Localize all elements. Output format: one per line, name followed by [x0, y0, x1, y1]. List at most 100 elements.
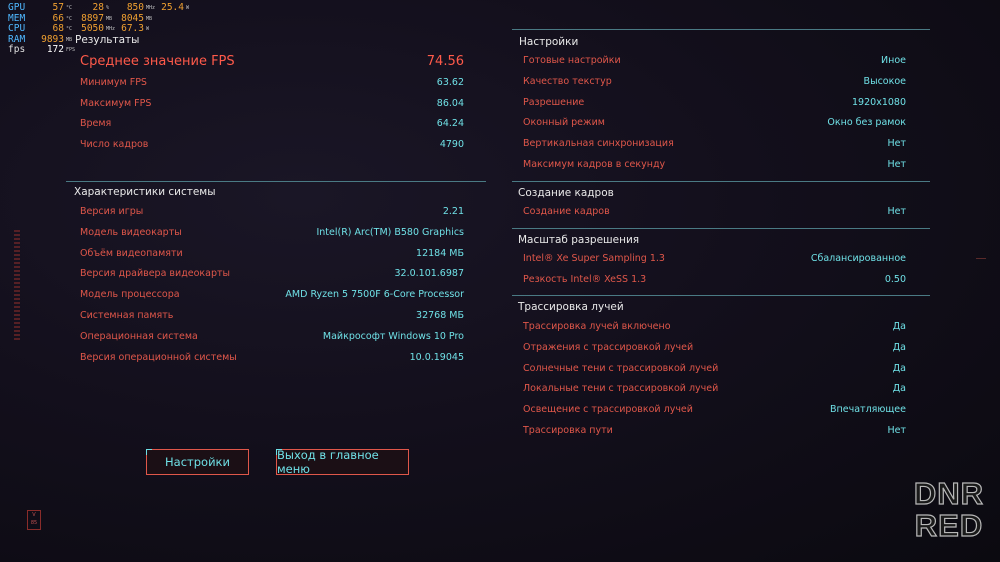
overlay-row: GPU 57 °C 28% 850 MHz 25.4 W: [8, 2, 198, 14]
system-row: Операционная система Майкрософт Windows 1…: [80, 331, 464, 342]
perf-overlay: GPU 57 °C 28% 850 MHz 25.4 W MEM 66 °C 8897 MB 8045 MB…: [8, 2, 198, 56]
scaling-label: Резкость Intel® XeSS 1.3: [523, 273, 647, 285]
settings-row: Оконный режим Окно без рамок: [523, 117, 906, 128]
results-row: Число кадров 4790: [80, 139, 464, 150]
system-value: 32768 МБ: [416, 310, 464, 321]
scaling-row: Резкость Intel® XeSS 1.3 0.50: [523, 274, 906, 285]
settings-row: Готовые настройки Иное: [523, 55, 906, 66]
results-value: 86.04: [436, 97, 464, 109]
overlay-unit: [186, 14, 198, 25]
raytracing-row: Освещение с трассировкой лучей Впечатляющ…: [523, 404, 906, 415]
avg-fps-label: Среднее значение FPS: [80, 54, 235, 69]
results-value: 4790: [439, 139, 464, 151]
main-menu-button[interactable]: Выход в главное меню: [276, 448, 409, 476]
badge-line2: 85: [30, 520, 38, 526]
system-value: 10.0.19045: [409, 351, 464, 363]
raytracing-label: Солнечные тени с трассировкой лучей: [523, 362, 719, 374]
overlay-value: 25.4: [161, 2, 184, 13]
scaling-row: Intel® Xe Super Sampling 1.3 Сбалансирова…: [523, 253, 906, 264]
system-value: AMD Ryzen 5 7500F 6-Core Processor: [285, 289, 464, 301]
settings-value: Окно без рамок: [827, 117, 906, 129]
raytracing-row: Локальные тени с трассировкой лучей Да: [523, 383, 906, 394]
system-label: Модель видеокарты: [80, 226, 182, 238]
watermark-line2: RED: [914, 508, 984, 543]
overlay-row: CPU 68 °C 5050 MHz 67.3 W: [8, 23, 198, 35]
settings-label: Максимум кадров в секунду: [523, 159, 666, 170]
watermark-logo: DNR RED: [908, 477, 990, 544]
raytracing-label: Трассировка лучей включено: [523, 321, 671, 332]
overlay-value: [158, 14, 184, 25]
frame-gen-title: Создание кадров: [518, 187, 614, 199]
system-title: Характеристики системы: [74, 186, 216, 198]
divider: [512, 181, 930, 182]
corner-accent: [276, 449, 282, 455]
version-badge: V 85: [27, 510, 41, 530]
system-row: Версия операционной системы 10.0.19045: [80, 352, 464, 363]
system-label: Версия операционной системы: [80, 351, 237, 363]
overlay-value: 5050: [81, 23, 104, 34]
scaling-title: Масштаб разрешения: [518, 234, 640, 246]
settings-label: Разрешение: [523, 96, 585, 108]
overlay-unit: °C: [66, 15, 73, 22]
settings-title: Настройки: [519, 36, 579, 48]
raytracing-value: Нет: [887, 425, 906, 436]
overlay-unit: W: [186, 5, 190, 11]
settings-label: Оконный режим: [523, 117, 605, 129]
badge-line1: V: [32, 512, 36, 518]
system-label: Версия игры: [80, 206, 144, 217]
overlay-unit: MB: [146, 15, 153, 22]
system-value: Intel(R) Arc(TM) B580 Graphics: [316, 226, 464, 238]
divider: [512, 29, 930, 30]
results-row: Время 64.24: [80, 118, 464, 129]
overlay-unit: °C: [66, 5, 73, 11]
system-row: Модель процессора AMD Ryzen 5 7500F 6-Cor…: [80, 289, 464, 300]
overlay-unit: FPS: [66, 47, 76, 53]
overlay-unit: MHz: [146, 5, 156, 11]
results-label: Максимум FPS: [80, 97, 152, 109]
overlay-unit: [186, 24, 198, 35]
settings-row: Максимум кадров в секунду Нет: [523, 159, 906, 170]
settings-label: Вертикальная синхронизация: [523, 138, 674, 150]
results-label: Время: [80, 118, 112, 130]
system-value: 32.0.101.6987: [394, 268, 464, 280]
results-title: Результаты: [75, 34, 140, 46]
system-row: Системная память 32768 МБ: [80, 310, 464, 321]
system-row: Версия драйвера видеокарты 32.0.101.6987: [80, 268, 464, 279]
overlay-unit: [146, 35, 158, 46]
system-row: Модель видеокарты Intel(R) Arc(TM) B580 G…: [80, 227, 464, 238]
raytracing-label: Освещение с трассировкой лучей: [523, 404, 693, 416]
raytracing-label: Локальные тени с трассировкой лучей: [523, 383, 719, 395]
settings-label: Готовые настройки: [523, 55, 621, 66]
settings-value: Нет: [887, 159, 906, 170]
overlay-value: 67.3: [121, 23, 144, 34]
settings-row: Вертикальная синхронизация Нет: [523, 138, 906, 149]
overlay-value: 28: [92, 2, 104, 13]
frame-gen-value: Нет: [887, 206, 906, 217]
settings-button[interactable]: Настройки: [146, 449, 249, 475]
raytracing-value: Впечатляющее: [830, 404, 906, 416]
overlay-value: 172: [46, 44, 64, 55]
overlay-unit: %: [106, 5, 110, 11]
raytracing-label: Отражения с трассировкой лучей: [523, 341, 694, 353]
scaling-label: Intel® Xe Super Sampling 1.3: [523, 253, 665, 264]
system-value: Майкрософт Windows 10 Pro: [322, 330, 464, 342]
results-value: 64.24: [436, 118, 464, 130]
overlay-unit: MHz: [106, 26, 116, 32]
raytracing-value: Да: [892, 362, 906, 374]
overlay-unit: [186, 35, 198, 46]
avg-fps-value: 74.56: [426, 54, 464, 69]
overlay-label: CPU: [8, 23, 26, 34]
avg-fps-row: Среднее значение FPS 74.56: [80, 54, 464, 69]
system-label: Модель процессора: [80, 289, 180, 301]
settings-value: Нет: [887, 138, 906, 150]
raytracing-label: Трассировка пути: [523, 425, 613, 436]
overlay-value: 57: [52, 2, 64, 13]
overlay-value: 68: [52, 23, 64, 34]
system-row: Версия игры 2.21: [80, 206, 464, 217]
raytracing-row: Трассировка пути Нет: [523, 425, 906, 436]
frame-gen-label: Создание кадров: [523, 206, 610, 217]
raytracing-title: Трассировка лучей: [518, 301, 624, 313]
divider: [512, 295, 930, 296]
main-menu-button-label: Выход в главное меню: [277, 448, 379, 476]
raytracing-row: Солнечные тени с трассировкой лучей Да: [523, 363, 906, 374]
